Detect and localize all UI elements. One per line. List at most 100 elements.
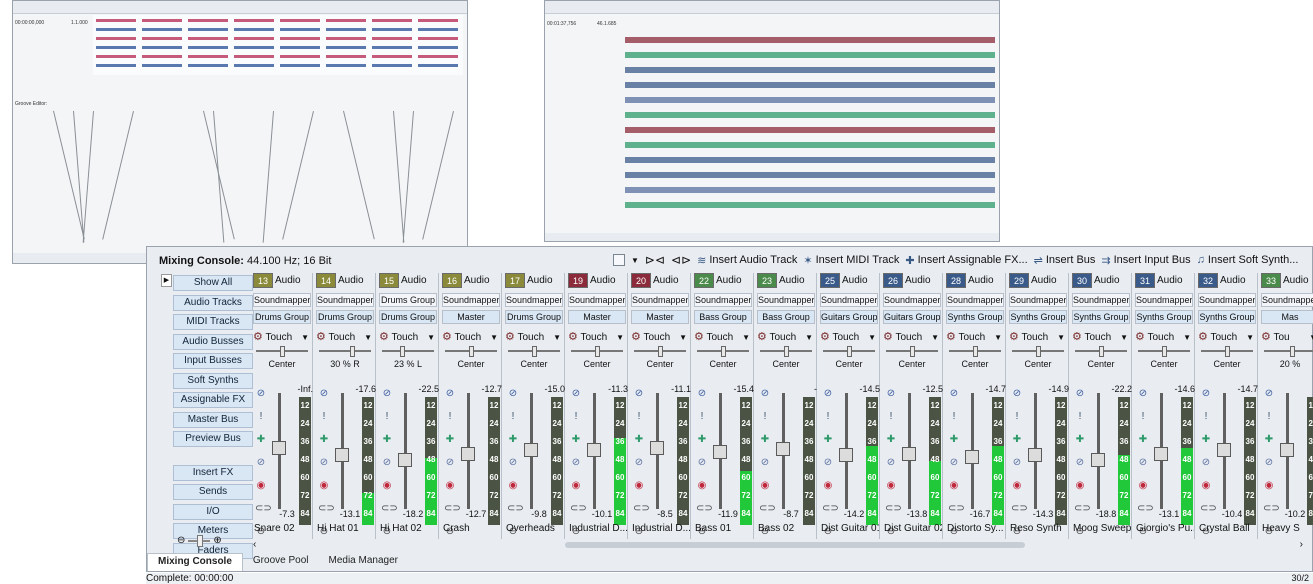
record-arm-icon[interactable]: ◉: [507, 474, 519, 497]
monitor-icon[interactable]: ⊂⊃: [759, 497, 776, 520]
group-selector[interactable]: Drums Group: [379, 310, 437, 324]
pan-knob[interactable]: [1161, 346, 1167, 357]
solo-icon[interactable]: !: [381, 405, 393, 428]
phase-icon[interactable]: ⊘: [1263, 451, 1275, 474]
volume-fader[interactable]: [1280, 443, 1294, 457]
fx-icon[interactable]: ✚: [1263, 428, 1275, 451]
volume-fader[interactable]: [461, 447, 475, 461]
output-selector[interactable]: Soundmapper: [631, 293, 689, 307]
volume-fader[interactable]: [1154, 447, 1168, 461]
fx-icon[interactable]: ✚: [1200, 428, 1212, 451]
fx-icon[interactable]: ✚: [948, 428, 960, 451]
mute-icon[interactable]: ⊘: [1200, 382, 1212, 405]
insert-bus-button[interactable]: ⇌ Insert Bus: [1034, 254, 1096, 267]
fx-icon[interactable]: ✚: [381, 428, 393, 451]
zoom-out-icon[interactable]: ⊖: [177, 535, 185, 546]
output-selector[interactable]: Soundmapper: [1261, 293, 1313, 307]
track-name[interactable]: Giorgio's Pu...: [1136, 523, 1194, 534]
automation-mode-dropdown[interactable]: ⚙ Touch ▼: [694, 330, 752, 345]
mute-icon[interactable]: ⊘: [822, 382, 834, 405]
fx-icon[interactable]: ✚: [696, 428, 708, 451]
monitor-icon[interactable]: ⊂⊃: [1137, 497, 1154, 520]
solo-icon[interactable]: !: [1263, 405, 1275, 428]
group-selector[interactable]: Drums Group: [505, 310, 563, 324]
pan-knob[interactable]: [846, 346, 852, 357]
pan-knob[interactable]: [972, 346, 978, 357]
solo-icon[interactable]: !: [633, 405, 645, 428]
track-name[interactable]: Overheads: [506, 523, 564, 534]
record-arm-icon[interactable]: ◉: [381, 474, 393, 497]
phase-icon[interactable]: ⊘: [696, 451, 708, 474]
side-button-4[interactable]: Input Busses: [173, 353, 253, 369]
automation-mode-dropdown[interactable]: ⚙ Tou ▼: [1261, 330, 1313, 345]
solo-icon[interactable]: !: [759, 405, 771, 428]
mute-icon[interactable]: ⊘: [570, 382, 582, 405]
pan-knob[interactable]: [1224, 346, 1230, 357]
solo-icon[interactable]: !: [507, 405, 519, 428]
volume-fader[interactable]: [650, 441, 664, 455]
output-selector[interactable]: Soundmapper: [505, 293, 563, 307]
track-name[interactable]: Moog Sweep: [1073, 523, 1131, 534]
track-name[interactable]: Dist Guitar 01: [821, 523, 879, 534]
fx-icon[interactable]: ✚: [255, 428, 267, 451]
volume-fader[interactable]: [839, 448, 853, 462]
solo-icon[interactable]: !: [822, 405, 834, 428]
insert-midi-track-button[interactable]: ✶ Insert MIDI Track: [803, 254, 899, 267]
mute-icon[interactable]: ⊘: [318, 382, 330, 405]
automation-mode-dropdown[interactable]: ⚙ Touch ▼: [1072, 330, 1130, 345]
mute-icon[interactable]: ⊘: [381, 382, 393, 405]
fx-icon[interactable]: ✚: [570, 428, 582, 451]
record-arm-icon[interactable]: ◉: [885, 474, 897, 497]
automation-mode-dropdown[interactable]: ⚙ Touch ▼: [1198, 330, 1256, 345]
track-name[interactable]: Bass 01: [695, 523, 753, 534]
solo-icon[interactable]: !: [885, 405, 897, 428]
track-name[interactable]: Bass 02: [758, 523, 816, 534]
record-arm-icon[interactable]: ◉: [948, 474, 960, 497]
monitor-icon[interactable]: ⊂⊃: [570, 497, 587, 520]
mute-icon[interactable]: ⊘: [885, 382, 897, 405]
volume-fader[interactable]: [398, 453, 412, 467]
pan-knob[interactable]: [594, 346, 600, 357]
side-button-6[interactable]: Assignable FX: [173, 392, 253, 408]
output-selector[interactable]: Soundmapper: [316, 293, 374, 307]
group-selector[interactable]: Guitars Group: [883, 310, 941, 324]
monitor-icon[interactable]: ⊂⊃: [1074, 497, 1091, 520]
insert-assignable-fx-button[interactable]: ✚ Insert Assignable FX...: [905, 254, 1027, 267]
group-selector[interactable]: Master: [442, 310, 500, 324]
side-button-2[interactable]: MIDI Tracks: [173, 314, 253, 330]
monitor-icon[interactable]: ⊂⊃: [633, 497, 650, 520]
solo-icon[interactable]: !: [570, 405, 582, 428]
pan-knob[interactable]: [1098, 346, 1104, 357]
side-button-5[interactable]: Soft Synths: [173, 372, 253, 389]
record-arm-icon[interactable]: ◉: [318, 474, 330, 497]
mute-icon[interactable]: ⊘: [1074, 382, 1086, 405]
automation-mode-dropdown[interactable]: ⚙ Touch ▼: [316, 330, 374, 345]
automation-mode-dropdown[interactable]: ⚙ Touch ▼: [379, 330, 437, 345]
side-button-3[interactable]: Audio Busses: [173, 333, 253, 350]
automation-mode-dropdown[interactable]: ⚙ Touch ▼: [631, 330, 689, 345]
output-selector[interactable]: Soundmapper: [694, 293, 752, 307]
volume-fader[interactable]: [1217, 443, 1231, 457]
group-selector[interactable]: Bass Group: [757, 310, 815, 324]
mute-icon[interactable]: ⊘: [948, 382, 960, 405]
phase-icon[interactable]: ⊘: [1074, 451, 1086, 474]
phase-icon[interactable]: ⊘: [948, 451, 960, 474]
fx-icon[interactable]: ✚: [633, 428, 645, 451]
pan-knob[interactable]: [468, 346, 474, 357]
volume-fader[interactable]: [1028, 448, 1042, 462]
record-arm-icon[interactable]: ◉: [1137, 474, 1149, 497]
automation-mode-dropdown[interactable]: ⚙ Touch ▼: [946, 330, 1004, 345]
tab-1[interactable]: Groove Pool: [243, 553, 319, 571]
volume-fader[interactable]: [524, 443, 538, 457]
monitor-icon[interactable]: ⊂⊃: [1200, 497, 1217, 520]
volume-fader[interactable]: [965, 450, 979, 464]
side-button-view-1[interactable]: Sends: [173, 484, 253, 500]
track-name[interactable]: Hi Hat 01: [317, 523, 375, 534]
solo-icon[interactable]: !: [1011, 405, 1023, 428]
record-arm-icon[interactable]: ◉: [633, 474, 645, 497]
record-arm-icon[interactable]: ◉: [444, 474, 456, 497]
output-selector[interactable]: Soundmapper: [757, 293, 815, 307]
scroll-right-icon[interactable]: ›: [1300, 539, 1303, 550]
pan-knob[interactable]: [1035, 346, 1041, 357]
mute-icon[interactable]: ⊘: [255, 382, 267, 405]
